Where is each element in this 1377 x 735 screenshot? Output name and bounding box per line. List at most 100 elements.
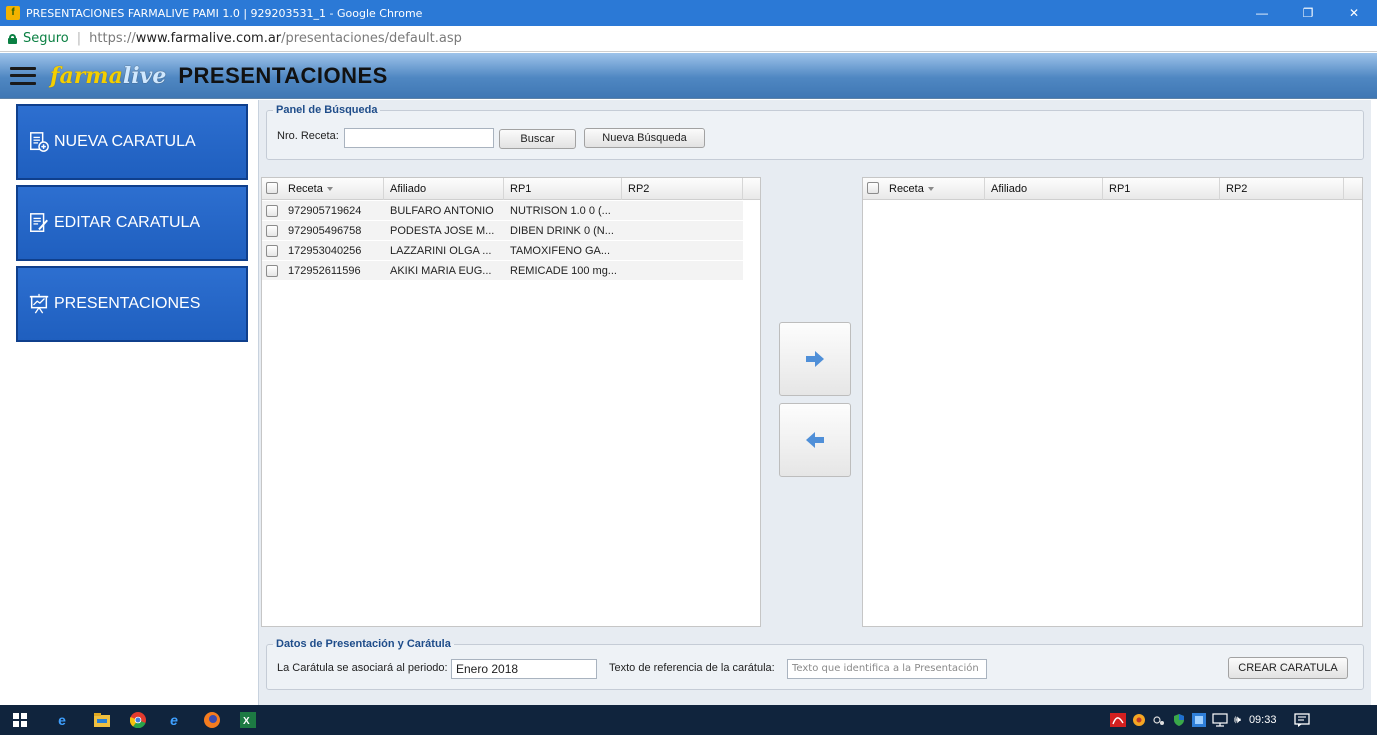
volume-icon[interactable]: 🕪 bbox=[1234, 713, 1241, 727]
crear-caratula-button[interactable]: CREAR CARATULA bbox=[1228, 657, 1348, 679]
cell-receta: 972905496758 bbox=[288, 225, 362, 237]
edge-icon[interactable]: e bbox=[52, 710, 72, 730]
main-content: Panel de Búsqueda Nro. Receta: Buscar Nu… bbox=[258, 100, 1371, 705]
column-header-rp1[interactable]: RP1 bbox=[1103, 178, 1220, 200]
address-bar[interactable]: Seguro | https://www.farmalive.com.ar/pr… bbox=[0, 26, 1377, 52]
excel-icon[interactable]: X bbox=[238, 710, 258, 730]
table-row[interactable]: 972905496758 PODESTA JOSE M... DIBEN DRI… bbox=[262, 221, 743, 241]
transfer-column bbox=[762, 177, 862, 627]
search-panel-legend: Panel de Búsqueda bbox=[276, 104, 378, 116]
sidebar-item-label: PRESENTACIONES bbox=[54, 295, 201, 312]
lock-icon bbox=[8, 33, 17, 44]
cell-rp1: DIBEN DRINK 0 (N... bbox=[510, 225, 614, 237]
cell-rp2 bbox=[628, 201, 740, 221]
cell-rp1: REMICADE 100 mg... bbox=[510, 265, 617, 277]
clock[interactable]: 09:33 bbox=[1249, 714, 1277, 726]
chrome-icon[interactable] bbox=[128, 710, 148, 730]
menu-icon[interactable] bbox=[10, 66, 36, 85]
row-checkbox[interactable] bbox=[266, 225, 278, 237]
table-row[interactable]: 172953040256 LAZZARINI OLGA ... TAMOXIFE… bbox=[262, 241, 743, 261]
network-sharing-icon[interactable] bbox=[1152, 713, 1166, 727]
select-all-checkbox[interactable] bbox=[266, 182, 278, 194]
nueva-busqueda-button[interactable]: Nueva Búsqueda bbox=[584, 128, 705, 148]
periodo-label: La Carátula se asociará al periodo: bbox=[277, 662, 448, 674]
column-header-receta[interactable]: Receta bbox=[883, 178, 985, 200]
notifications-icon[interactable] bbox=[1294, 713, 1311, 727]
move-left-button[interactable] bbox=[779, 403, 851, 477]
edit-document-icon bbox=[30, 213, 48, 232]
cell-rp2 bbox=[628, 261, 740, 281]
texto-referencia-input[interactable]: Texto que identifica a la Presentación bbox=[787, 659, 987, 679]
cell-receta: 972905719624 bbox=[288, 205, 362, 217]
cell-afiliado: PODESTA JOSE M... bbox=[390, 225, 495, 237]
sidebar: NUEVA CARATULA EDITAR CARATULA PRESENTAC… bbox=[0, 100, 254, 705]
cell-afiliado: AKIKI MARIA EUG... bbox=[390, 265, 492, 277]
minimize-button[interactable]: — bbox=[1239, 0, 1285, 26]
app-header: farmalive PRESENTACIONES bbox=[0, 53, 1377, 99]
grid-header: Receta Afiliado RP1 RP2 bbox=[863, 178, 1362, 200]
arrow-right-icon bbox=[806, 351, 824, 367]
arrow-left-icon bbox=[806, 432, 824, 448]
secure-label: Seguro bbox=[23, 31, 69, 46]
row-checkbox[interactable] bbox=[266, 205, 278, 217]
window-title-bar[interactable]: f PRESENTACIONES FARMALIVE PAMI 1.0 | 92… bbox=[0, 0, 1377, 26]
cell-afiliado: LAZZARINI OLGA ... bbox=[390, 245, 492, 257]
url-host: www.farmalive.com.ar bbox=[135, 31, 282, 46]
system-tray: 🕪 09:33 bbox=[1110, 705, 1311, 735]
brand-logo: farmalive bbox=[50, 62, 167, 89]
firefox-icon[interactable] bbox=[202, 710, 222, 730]
grid-header: Receta Afiliado RP1 RP2 bbox=[262, 178, 760, 200]
favicon-icon: f bbox=[6, 6, 20, 20]
sidebar-item-nueva-caratula[interactable]: NUEVA CARATULA bbox=[16, 104, 248, 180]
new-document-icon bbox=[30, 132, 49, 152]
cell-afiliado: BULFARO ANTONIO bbox=[390, 205, 494, 217]
column-header-rp2[interactable]: RP2 bbox=[1220, 178, 1344, 200]
column-header-receta[interactable]: Receta bbox=[282, 178, 384, 200]
column-header-rp1[interactable]: RP1 bbox=[504, 178, 622, 200]
column-header-afiliado[interactable]: Afiliado bbox=[384, 178, 504, 200]
column-header-afiliado[interactable]: Afiliado bbox=[985, 178, 1103, 200]
network-icon[interactable] bbox=[1212, 713, 1228, 727]
table-row[interactable]: 172952611596 AKIKI MARIA EUG... REMICADE… bbox=[262, 261, 743, 281]
sidebar-item-label: EDITAR CARATULA bbox=[54, 214, 201, 231]
acrobat-icon[interactable] bbox=[1110, 713, 1126, 727]
svg-text:X: X bbox=[243, 716, 250, 727]
tray-app-blue-icon[interactable] bbox=[1192, 713, 1206, 727]
page-title: PRESENTACIONES bbox=[178, 62, 388, 88]
windows-start-icon[interactable] bbox=[10, 710, 30, 730]
restore-button[interactable]: ❐ bbox=[1285, 0, 1331, 26]
sidebar-item-label: NUEVA CARATULA bbox=[54, 133, 196, 150]
move-right-button[interactable] bbox=[779, 322, 851, 396]
sidebar-item-presentaciones[interactable]: PRESENTACIONES bbox=[16, 266, 248, 342]
taskbar: e e X 🕪 09:33 bbox=[0, 705, 1377, 735]
sidebar-item-editar-caratula[interactable]: EDITAR CARATULA bbox=[16, 185, 248, 261]
select-all-checkbox[interactable] bbox=[867, 182, 879, 194]
presentation-board-icon bbox=[29, 293, 49, 314]
url-path: /presentaciones/default.asp bbox=[281, 31, 462, 46]
tray-app-icon[interactable] bbox=[1132, 713, 1146, 727]
row-checkbox[interactable] bbox=[266, 245, 278, 257]
internet-explorer-icon[interactable]: e bbox=[164, 710, 184, 730]
cell-rp2 bbox=[628, 241, 740, 261]
cell-receta: 172952611596 bbox=[288, 265, 361, 277]
cell-receta: 172953040256 bbox=[288, 245, 362, 257]
receta-input[interactable] bbox=[344, 128, 494, 148]
defender-shield-icon[interactable] bbox=[1172, 713, 1186, 727]
recetas-grid-right: Receta Afiliado RP1 RP2 bbox=[862, 177, 1363, 627]
cell-rp1: NUTRISON 1.0 0 (... bbox=[510, 205, 611, 217]
datos-panel-legend: Datos de Presentación y Carátula bbox=[276, 638, 451, 650]
buscar-button[interactable]: Buscar bbox=[499, 129, 576, 149]
file-explorer-icon[interactable] bbox=[92, 710, 112, 730]
cell-rp2 bbox=[628, 221, 740, 241]
table-row[interactable]: 972905719624 BULFARO ANTONIO NUTRISON 1.… bbox=[262, 201, 743, 221]
texto-referencia-label: Texto de referencia de la carátula: bbox=[609, 662, 775, 674]
column-header-rp2[interactable]: RP2 bbox=[622, 178, 743, 200]
row-checkbox[interactable] bbox=[266, 265, 278, 277]
close-button[interactable]: ✕ bbox=[1331, 0, 1377, 26]
window-title: PRESENTACIONES FARMALIVE PAMI 1.0 | 9292… bbox=[26, 6, 423, 20]
periodo-input[interactable]: Enero 2018 bbox=[451, 659, 597, 679]
address-separator: | bbox=[76, 31, 82, 46]
url-scheme: https:// bbox=[89, 31, 136, 46]
cell-rp1: TAMOXIFENO GA... bbox=[510, 245, 611, 257]
recetas-grid-left: Receta Afiliado RP1 RP2 972905719624 BUL… bbox=[261, 177, 761, 627]
